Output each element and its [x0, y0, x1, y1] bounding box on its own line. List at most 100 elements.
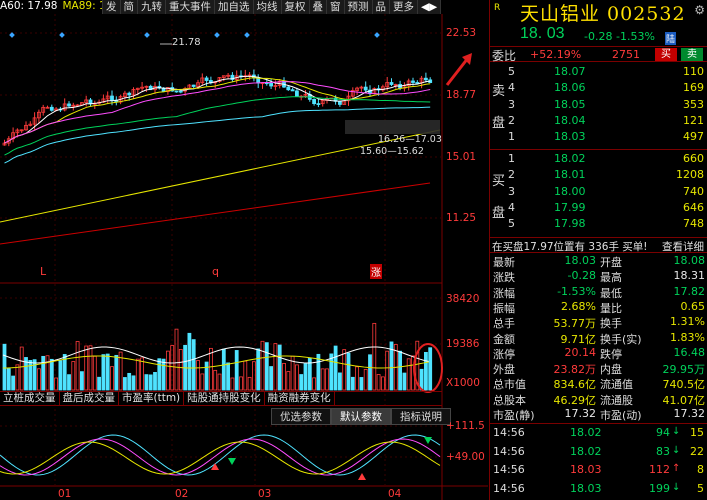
indicator-tab[interactable]: 陆股通持股变化	[184, 392, 265, 405]
candle-body	[49, 106, 54, 111]
toolbar-button[interactable]: ◀▶	[418, 0, 442, 14]
volume-bar	[346, 352, 351, 391]
ask-row[interactable]: 3 18.05 353	[490, 97, 707, 113]
stat-row: 振幅 2.68% 量比 0.65	[490, 300, 707, 315]
kline-chart-area[interactable]: A60: 17.98MA89: 16.83MA120: 15.82MA200: …	[0, 0, 488, 500]
volume-bar	[127, 372, 132, 391]
tick-count: 8	[697, 463, 704, 476]
candle-body	[316, 103, 321, 105]
volume-bar	[320, 368, 325, 391]
stat-value: 29.95万	[662, 363, 706, 377]
stat-key: 开盘	[600, 256, 622, 269]
tick-row: 14:56 18.02 94 ↓ 15	[490, 425, 707, 441]
stat-key: 涨跌	[493, 271, 515, 285]
toolbar-button[interactable]: 预测	[345, 0, 373, 14]
bid-row[interactable]: 3 18.00 740	[490, 184, 707, 200]
toolbar-button[interactable]: 更多	[390, 0, 418, 14]
level-price: 18.06	[554, 81, 586, 95]
volume-bar	[45, 355, 50, 391]
bid-row[interactable]: 4 17.99 646	[490, 200, 707, 216]
stat-key: 跌停	[600, 347, 622, 361]
toolbar-button[interactable]: 叠	[310, 0, 327, 14]
volume-bar	[41, 355, 46, 391]
ask-row[interactable]: 5 18.07 110	[490, 64, 707, 80]
view-detail-link[interactable]: 查看详细	[662, 239, 704, 254]
volume-bar	[350, 376, 355, 391]
range-box	[345, 120, 440, 134]
bid-row[interactable]: 1 18.02 660	[490, 151, 707, 167]
date-label: 03	[258, 488, 272, 500]
volume-bar	[299, 374, 304, 391]
volume-bar	[67, 374, 71, 391]
stat-key: 最低	[600, 286, 622, 300]
volume-bar	[239, 376, 243, 391]
volume-bar	[282, 363, 286, 391]
tick-volume: 199	[649, 481, 670, 495]
marker-q: q	[212, 265, 219, 278]
volume-bar	[368, 354, 372, 391]
indicator-tab[interactable]: 盘后成交量	[60, 392, 119, 405]
stat-value: 18.08	[673, 254, 706, 267]
indicator-tab[interactable]: 立桩成交量	[0, 392, 60, 405]
buy-button[interactable]: 买	[655, 48, 677, 61]
volume-bar	[398, 350, 403, 391]
arrow-up-icon	[358, 473, 366, 480]
ask-row[interactable]: 1 18.03 497	[490, 129, 707, 145]
toolbar-button[interactable]: 简	[121, 0, 138, 14]
bid-row[interactable]: 5 17.98 748	[490, 216, 707, 232]
level: 5	[508, 217, 515, 231]
toolbar-button[interactable]: 加自选	[215, 0, 254, 14]
toolbar-button[interactable]: 发	[103, 0, 121, 14]
volume-bar	[28, 360, 33, 391]
ask-row[interactable]: 4 18.06 169	[490, 80, 707, 96]
candle-body	[269, 82, 274, 87]
volume-bar	[165, 350, 170, 391]
indicator-tab[interactable]: 市盈率(ttm)	[119, 392, 185, 405]
tick-volume: 94	[656, 426, 670, 439]
stat-value: 17.32	[564, 407, 597, 420]
volume-bar	[363, 368, 368, 391]
param-tab[interactable]: 优选参数	[271, 408, 331, 425]
ask-row[interactable]: 2 18.04 121	[490, 113, 707, 129]
volume-bar	[204, 361, 209, 391]
toolbar-button[interactable]: 均线	[254, 0, 282, 14]
volume-bar	[355, 366, 360, 391]
indicator-tab[interactable]: 融资融券变化	[265, 392, 335, 405]
level-price: 18.02	[554, 152, 586, 165]
volume-bar	[217, 373, 222, 391]
price-change: -0.28	[584, 30, 613, 43]
stat-value: 18.31	[673, 269, 706, 283]
toolbar-button[interactable]: 品	[373, 0, 390, 14]
level-qty: 497	[683, 130, 704, 144]
stat-value: 18.03	[564, 254, 597, 267]
sell-button[interactable]: 卖	[681, 48, 703, 61]
gear-icon[interactable]: ⚙	[694, 3, 705, 17]
volume-axis-unit: X1000	[446, 377, 480, 389]
param-tab[interactable]: 默认参数	[331, 408, 391, 425]
limit-up-marker: 涨	[370, 264, 382, 279]
volume-bar	[286, 371, 291, 391]
stat-key: 最高	[600, 271, 622, 285]
volume-bar	[135, 358, 140, 391]
toolbar-button[interactable]: 复权	[282, 0, 310, 14]
weibi-label: 委比	[492, 49, 517, 63]
volume-bar	[264, 342, 269, 391]
big-order-notice: 在买盘17.97位置有 336手 买单! 查看详细	[490, 237, 707, 253]
level-price: 18.04	[554, 113, 586, 127]
volume-bar	[243, 360, 248, 391]
quote-line: 18. 03 -0.28 -1.53% 陆	[490, 23, 707, 45]
toolbar-button[interactable]: 窗	[327, 0, 345, 14]
bid-row[interactable]: 2 18.01 1208	[490, 167, 707, 183]
level-price: 18.05	[554, 97, 586, 111]
param-tab[interactable]: 指标说明	[391, 408, 451, 425]
tick-price: 18.03	[570, 463, 602, 476]
r-label: R	[494, 3, 501, 13]
volume-bar	[406, 358, 411, 391]
volume-bar	[178, 349, 183, 391]
level-qty: 169	[683, 81, 704, 95]
volume-bar	[269, 366, 274, 391]
toolbar-button[interactable]: 重大事件	[166, 0, 215, 14]
toolbar-button[interactable]: 九转	[138, 0, 166, 14]
volume-bar	[428, 347, 433, 391]
candle-body	[337, 100, 342, 105]
